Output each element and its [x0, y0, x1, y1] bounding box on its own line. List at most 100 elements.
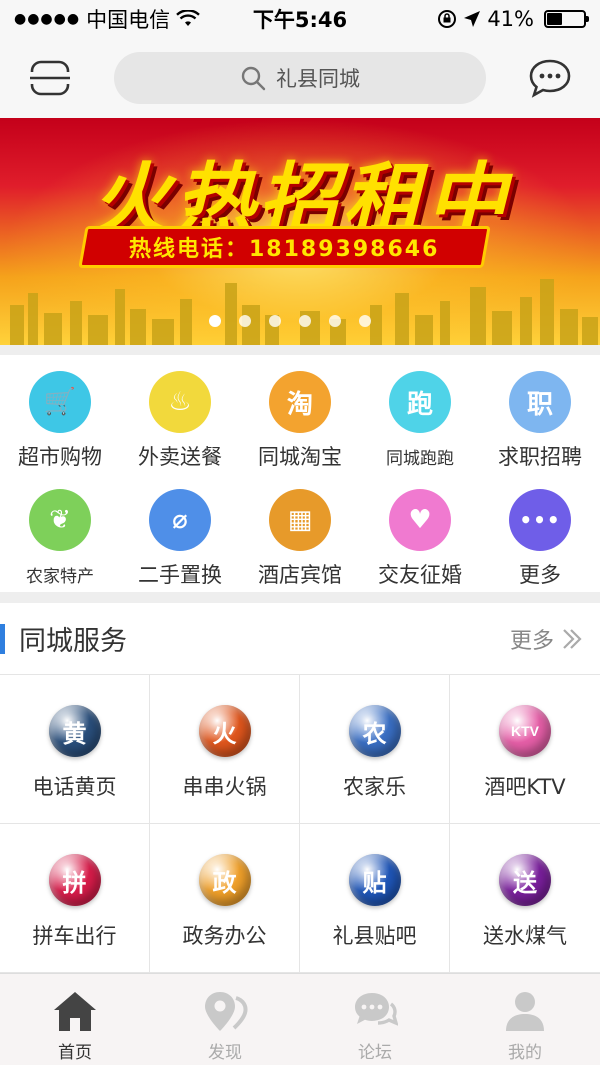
carousel-dot[interactable] — [299, 315, 311, 327]
run-icon: 跑 — [389, 371, 451, 433]
search-icon — [241, 66, 266, 91]
message-button[interactable] — [524, 52, 576, 104]
service-item[interactable]: KTV 酒吧KTV — [450, 675, 600, 824]
service-label: 农家乐 — [343, 775, 406, 799]
hotel-icon: ▦ — [269, 489, 331, 551]
tab-forum[interactable]: 论坛 — [300, 974, 450, 1065]
category-item[interactable]: ⌀ 二手置换 — [120, 473, 240, 591]
section-accent-bar — [0, 623, 5, 654]
carrier-label: 中国电信 — [86, 8, 171, 32]
service-item[interactable]: 农农家乐 — [300, 675, 450, 824]
service-label: 拼车出行 — [32, 924, 117, 948]
forum-icon — [355, 993, 398, 1026]
tab-forum-label: 论坛 — [358, 1043, 392, 1063]
top-header: 礼县同城 — [0, 38, 600, 118]
services-more-label: 更多 — [509, 628, 554, 654]
service-item[interactable]: 贴礼县贴吧 — [300, 824, 450, 973]
category-item[interactable]: 🛒 超市购物 — [0, 355, 120, 473]
category-item[interactable]: ♥ 交友征婚 — [360, 473, 480, 591]
clock: 下午5:46 — [252, 8, 348, 32]
user-icon — [506, 992, 544, 1031]
carousel-dot[interactable] — [329, 315, 341, 327]
tab-profile[interactable]: 我的 — [450, 974, 600, 1065]
signal-icon: ●●●●● — [14, 11, 81, 27]
tab-discover-label: 发现 — [208, 1043, 242, 1063]
service-item[interactable]: 送送水煤气 — [450, 824, 600, 973]
banner-hotline: 热线电话：18189398646 — [129, 237, 440, 262]
category-item[interactable]: 跑同城跑跑 — [360, 355, 480, 473]
tab-home-label: 首页 — [58, 1043, 92, 1063]
cart-icon: 🛒 — [29, 371, 91, 433]
category-item[interactable]: 职求职招聘 — [480, 355, 600, 473]
scan-icon — [30, 60, 70, 96]
category-label: 外卖送餐 — [138, 445, 222, 469]
service-badge-icon: 送 — [499, 854, 551, 906]
carousel-dot[interactable] — [359, 315, 371, 327]
service-badge-icon: 农 — [348, 705, 401, 757]
battery-icon — [544, 10, 589, 28]
service-item[interactable]: 拼拼车出行 — [0, 824, 150, 973]
carousel-dot[interactable] — [209, 315, 221, 327]
promo-banner[interactable]: 火热招租中 热线电话：18189398646 — [0, 118, 600, 345]
double-chevron-right-icon — [563, 628, 582, 649]
location-icon — [205, 992, 248, 1031]
services-grid: 黄电话黄页火串串火锅农农家乐 KTV 酒吧KTV 拼拼车出行政政务办公贴礼县贴吧送送水… — [0, 675, 600, 973]
service-label: 政务办公 — [182, 924, 267, 948]
service-label: 酒吧KTV — [484, 775, 566, 799]
service-item[interactable]: 黄电话黄页 — [0, 675, 150, 824]
category-label: 超市购物 — [18, 445, 102, 469]
tab-home[interactable]: 首页 — [0, 974, 150, 1065]
category-label: 二手置换 — [138, 563, 222, 587]
bowl-icon: ♨ — [149, 371, 211, 433]
location-arrow-icon — [464, 11, 481, 27]
category-item[interactable]: ▦ 酒店宾馆 — [240, 473, 360, 591]
clip-icon: ⌀ — [149, 489, 211, 551]
category-item[interactable]: ❦ 农家特产 — [0, 473, 120, 591]
category-label: 农家特产 — [26, 567, 94, 587]
service-badge-icon: KTV — [499, 705, 551, 757]
bottom-tab-bar: 首页 发现 论坛 我的 — [0, 973, 600, 1065]
services-header: 同城服务 更多 — [0, 603, 600, 675]
battery-percent: 41% — [487, 7, 534, 31]
search-bar[interactable]: 礼县同城 — [114, 52, 486, 104]
category-row: ❦ 农家特产 ⌀ 二手置换 ▦ 酒店宾馆 ♥ 交友征婚 ••• 更多 — [0, 473, 600, 591]
carousel-dot[interactable] — [269, 315, 281, 327]
category-item[interactable]: 淘同城淘宝 — [240, 355, 360, 473]
tao-icon: 淘 — [269, 371, 331, 433]
category-label: 更多 — [519, 563, 561, 587]
rotation-lock-icon — [438, 10, 457, 28]
service-badge-icon: 政 — [198, 854, 251, 906]
search-placeholder: 礼县同城 — [276, 67, 360, 91]
job-icon: 职 — [509, 371, 571, 433]
category-item[interactable]: ♨ 外卖送餐 — [120, 355, 240, 473]
more-icon: ••• — [509, 489, 571, 551]
tab-profile-label: 我的 — [508, 1043, 542, 1063]
leaf-icon: ❦ — [29, 489, 91, 551]
scan-button[interactable] — [24, 52, 76, 104]
service-item[interactable]: 政政务办公 — [150, 824, 300, 973]
services-more-link[interactable]: 更多 — [510, 623, 584, 655]
service-label: 礼县贴吧 — [332, 924, 417, 948]
services-title: 同城服务 — [19, 626, 127, 657]
tab-discover[interactable]: 发现 — [150, 974, 300, 1065]
home-icon — [54, 992, 96, 1031]
service-badge-icon: 黄 — [48, 705, 101, 757]
carousel-dots — [0, 315, 600, 327]
category-label: 交友征婚 — [378, 563, 462, 587]
service-badge-icon: 火 — [198, 705, 251, 757]
heart-icon: ♥ — [389, 489, 451, 551]
banner-hotline-strip: 热线电话：18189398646 — [78, 226, 491, 268]
category-label: 同城跑跑 — [386, 449, 454, 469]
category-grid: 🛒 超市购物 ♨ 外卖送餐淘同城淘宝跑同城跑跑职求职招聘 ❦ 农家特产 ⌀ 二手置换 ▦ 酒店宾馆… — [0, 355, 600, 592]
service-item[interactable]: 火串串火锅 — [150, 675, 300, 824]
service-badge-icon: 拼 — [48, 854, 101, 906]
wifi-icon — [176, 10, 200, 26]
service-label: 送水煤气 — [483, 924, 567, 948]
category-item[interactable]: ••• 更多 — [480, 473, 600, 591]
status-bar: ●●●●● 中国电信 下午5:46 41% — [0, 0, 600, 38]
carousel-dot[interactable] — [239, 315, 251, 327]
category-label: 酒店宾馆 — [258, 563, 342, 587]
category-label: 同城淘宝 — [258, 445, 342, 469]
service-label: 电话黄页 — [32, 775, 117, 799]
message-icon — [529, 59, 571, 98]
